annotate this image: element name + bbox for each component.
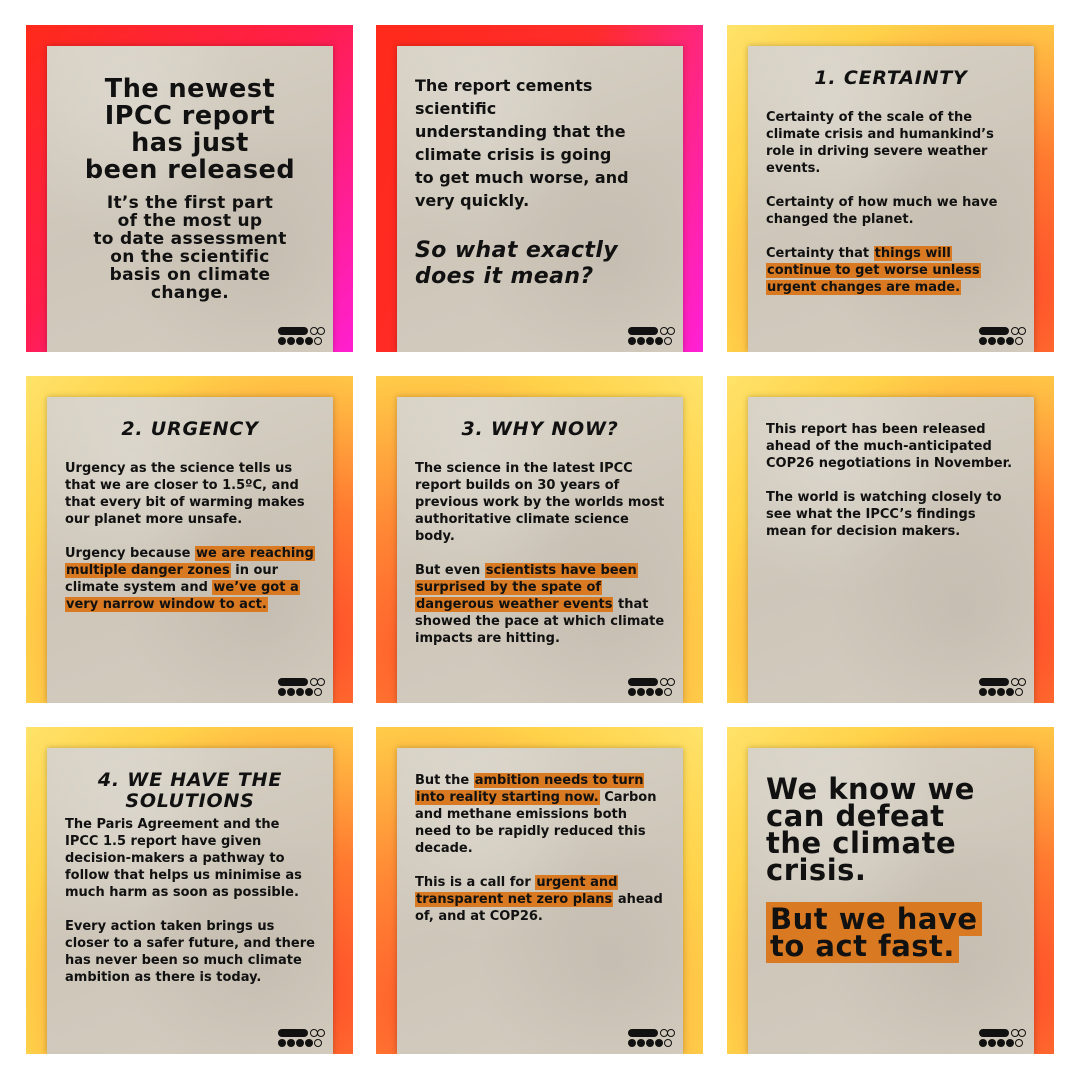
dot-grid-logo-icon bbox=[278, 1029, 325, 1047]
tile-9-highlight: But we have to act fast. bbox=[766, 902, 1016, 963]
tile-3-p1: Certainty of the scale of the climate cr… bbox=[766, 110, 994, 176]
tile-7-p2: Every action taken brings us closer to a… bbox=[65, 919, 315, 985]
tile-2-body: The report cements scientific understand… bbox=[415, 76, 629, 210]
tile-4-p1: Urgency as the science tells us that we … bbox=[65, 461, 305, 527]
tile-5: 3. WHY NOW? The science in the latest IP… bbox=[376, 376, 703, 703]
dot-grid-logo-icon bbox=[979, 678, 1026, 696]
tile-8-p1: But the ambition needs to turn into real… bbox=[415, 773, 657, 856]
tile-3: 1. CERTAINTY Certainty of the scale of t… bbox=[727, 25, 1054, 352]
tile-5-p1: The science in the latest IPCC report bu… bbox=[415, 461, 665, 544]
tile-4: 2. URGENCY Urgency as the science tells … bbox=[26, 376, 353, 703]
paper-card: This report has been released ahead of t… bbox=[748, 397, 1034, 703]
tile-7: 4. WE HAVE THE SOLUTIONS The Paris Agree… bbox=[26, 727, 353, 1054]
dot-grid-logo-icon bbox=[278, 678, 325, 696]
dot-grid-logo-icon bbox=[979, 1029, 1026, 1047]
tile-6-p1: This report has been released ahead of t… bbox=[766, 422, 1013, 471]
paper-card: 3. WHY NOW? The science in the latest IP… bbox=[397, 397, 683, 703]
tile-2-question: So what exactly does it mean? bbox=[415, 238, 619, 289]
tile-7-p1: The Paris Agreement and the IPCC 1.5 rep… bbox=[65, 817, 302, 900]
tile-5-p2: But even scientists have been surprised … bbox=[415, 563, 665, 646]
tile-1-title: The newest IPCC report has just been rel… bbox=[84, 74, 296, 185]
paper-card: 1. CERTAINTY Certainty of the scale of t… bbox=[748, 46, 1034, 352]
tile-3-p2: Certainty of how much we have changed th… bbox=[766, 195, 998, 227]
paper-card: The newest IPCC report has just been rel… bbox=[47, 46, 333, 352]
tile-6-p2: The world is watching closely to see wha… bbox=[766, 490, 1002, 539]
dot-grid-logo-icon bbox=[628, 678, 675, 696]
tile-3-p3: Certainty that things will continue to g… bbox=[766, 246, 981, 295]
dot-grid-logo-icon bbox=[979, 327, 1026, 345]
tile-4-p2: Urgency because we are reaching multiple… bbox=[65, 546, 315, 612]
tile-7-title: 4. WE HAVE THE SOLUTIONS bbox=[97, 769, 283, 812]
paper-card: 4. WE HAVE THE SOLUTIONS The Paris Agree… bbox=[47, 748, 333, 1054]
dot-grid-logo-icon bbox=[628, 327, 675, 345]
tile-5-title: 3. WHY NOW? bbox=[461, 418, 619, 440]
tile-9-headline: We know we can defeat the climate crisis… bbox=[766, 772, 975, 887]
tile-6: This report has been released ahead of t… bbox=[727, 376, 1054, 703]
tile-4-title: 2. URGENCY bbox=[121, 418, 259, 440]
paper-card: We know we can defeat the climate crisis… bbox=[748, 748, 1034, 1054]
tile-8: But the ambition needs to turn into real… bbox=[376, 727, 703, 1054]
dot-grid-logo-icon bbox=[278, 327, 325, 345]
paper-card: 2. URGENCY Urgency as the science tells … bbox=[47, 397, 333, 703]
paper-card: But the ambition needs to turn into real… bbox=[397, 748, 683, 1054]
paper-card: The report cements scientific understand… bbox=[397, 46, 683, 352]
tile-9: We know we can defeat the climate crisis… bbox=[727, 727, 1054, 1054]
tile-8-p2: This is a call for urgent and transparen… bbox=[415, 875, 663, 924]
tile-2: The report cements scientific understand… bbox=[376, 25, 703, 352]
tile-1: The newest IPCC report has just been rel… bbox=[26, 25, 353, 352]
dot-grid-logo-icon bbox=[628, 1029, 675, 1047]
tile-3-title: 1. CERTAINTY bbox=[814, 67, 968, 89]
tile-1-subtitle: It’s the first part of the most up to da… bbox=[93, 193, 287, 303]
